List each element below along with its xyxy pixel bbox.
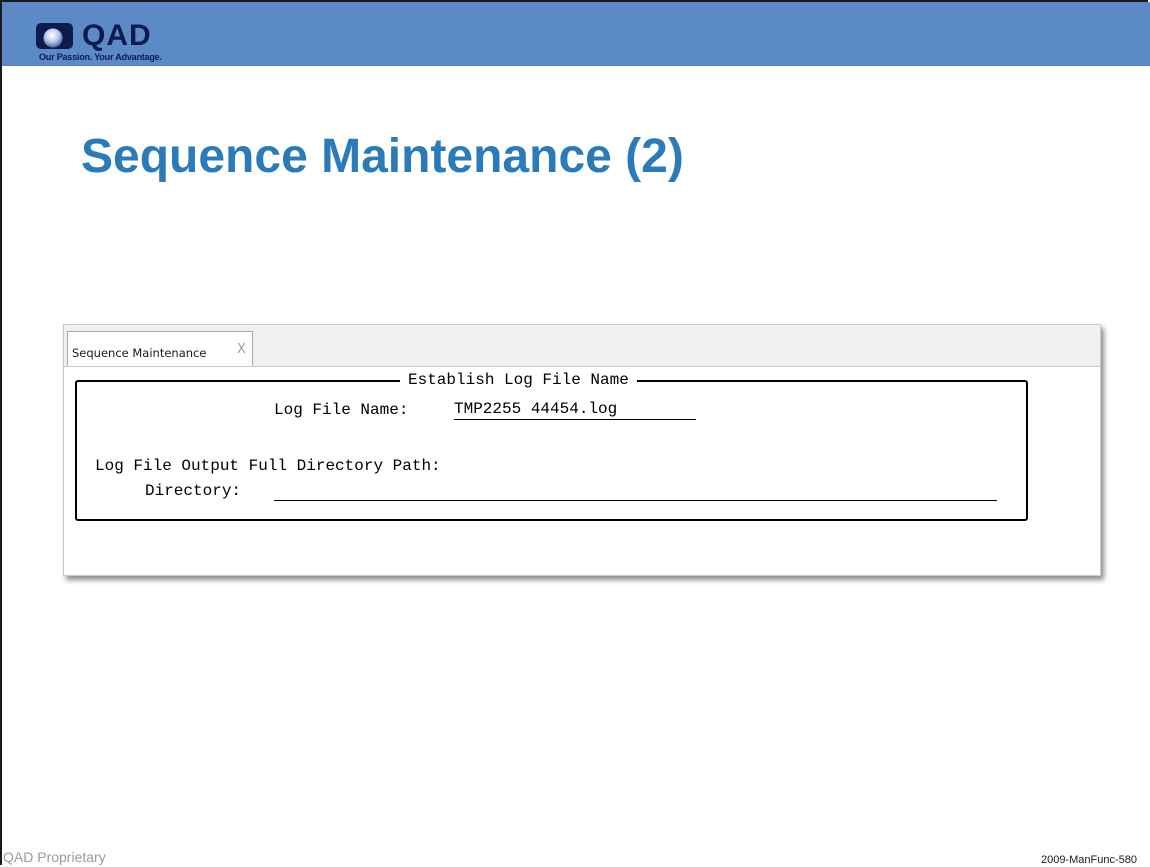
tab-sequence-maintenance[interactable]: Sequence Maintenance X — [67, 331, 253, 366]
output-path-heading: Log File Output Full Directory Path: — [95, 457, 441, 475]
close-icon[interactable]: X — [237, 342, 246, 357]
log-file-name-label: Log File Name: — [274, 401, 409, 419]
brand-tagline: Our Passion. Your Advantage. — [39, 52, 162, 62]
tab-label: Sequence Maintenance — [72, 346, 207, 360]
footer-proprietary: QAD Proprietary — [3, 849, 106, 865]
qad-logo-icon — [36, 23, 73, 49]
qad-logo: QAD Our Passion. Your Advantage. — [36, 19, 196, 67]
directory-label: Directory: — [145, 482, 242, 500]
footer-slide-id: 2009-ManFunc-580 — [1041, 854, 1138, 866]
brand-name: QAD — [82, 19, 152, 52]
dialog-title: Establish Log File Name — [400, 370, 637, 390]
directory-field[interactable] — [274, 480, 997, 501]
app-screenshot: Sequence Maintenance X Establish Log Fil… — [63, 324, 1101, 576]
log-file-dialog: Establish Log File Name Log File Name: T… — [75, 370, 1028, 521]
tab-strip: Sequence Maintenance X — [64, 325, 1100, 367]
slide-title: Sequence Maintenance (2) — [81, 130, 684, 183]
log-file-name-field[interactable]: TMP2255 44454.log — [454, 399, 696, 420]
